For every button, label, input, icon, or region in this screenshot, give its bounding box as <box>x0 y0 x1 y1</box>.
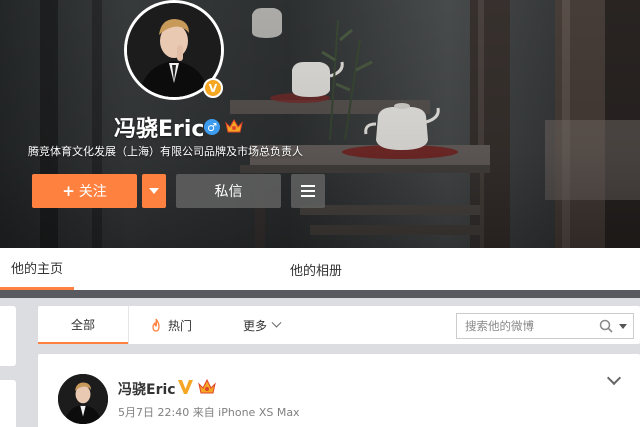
avatar-photo <box>58 374 108 424</box>
plus-icon: + <box>62 182 75 200</box>
search-input[interactable] <box>465 318 593 334</box>
flame-icon <box>152 318 160 332</box>
male-icon: ♂ <box>204 119 220 135</box>
profile-cover: V 冯骁Eric ♂ 腾竞体育文化发展（上海）有限公司品牌及市场总负责人 + 关… <box>0 0 640 248</box>
tab-home[interactable]: 他的主页 <box>0 248 74 290</box>
chevron-down-icon[interactable] <box>606 370 622 386</box>
message-button[interactable]: 私信 <box>176 174 281 208</box>
filter-more[interactable]: 更多 <box>243 306 282 344</box>
caret-down-icon[interactable] <box>619 324 627 329</box>
cover-shade <box>0 0 640 248</box>
feed-filter-bar: 全部 热门 更多 <box>38 306 640 344</box>
filter-divider <box>128 306 129 344</box>
search-box <box>456 313 634 339</box>
verified-v-icon: V <box>203 78 223 98</box>
post-card: 冯骁Eric 5月7日 22:40 来自 iPhone XS Max <box>38 354 640 427</box>
post-meta: 5月7日 22:40 来自 iPhone XS Max <box>118 406 300 419</box>
left-sidebar-card <box>0 380 16 427</box>
profile-tabs: 他的主页 他的相册 <box>0 248 640 290</box>
verified-v-icon <box>178 380 193 394</box>
filter-more-label: 更多 <box>243 318 268 333</box>
follow-dropdown-button[interactable] <box>142 174 166 208</box>
menu-icon <box>301 185 315 187</box>
follow-label: 关注 <box>78 184 107 200</box>
profile-name: 冯骁Eric <box>114 117 205 142</box>
follow-button[interactable]: + 关注 <box>32 174 137 208</box>
filter-hot-label: 热门 <box>168 318 193 333</box>
divider-bar <box>0 290 640 298</box>
filter-hot[interactable]: 热门 <box>150 306 192 344</box>
chevron-down-icon <box>271 317 282 328</box>
caret-down-icon <box>149 188 159 194</box>
search-icon[interactable] <box>599 319 613 333</box>
tab-album[interactable]: 他的相册 <box>290 260 342 279</box>
more-menu-button[interactable] <box>291 174 325 208</box>
left-sidebar-card <box>0 306 16 366</box>
crown-icon[interactable] <box>198 378 216 395</box>
crown-icon[interactable] <box>225 118 243 134</box>
profile-description: 腾竞体育文化发展（上海）有限公司品牌及市场总负责人 <box>28 145 303 158</box>
post-author-name[interactable]: 冯骁Eric <box>118 379 176 399</box>
filter-all[interactable]: 全部 <box>38 306 128 344</box>
post-avatar[interactable] <box>58 374 108 424</box>
